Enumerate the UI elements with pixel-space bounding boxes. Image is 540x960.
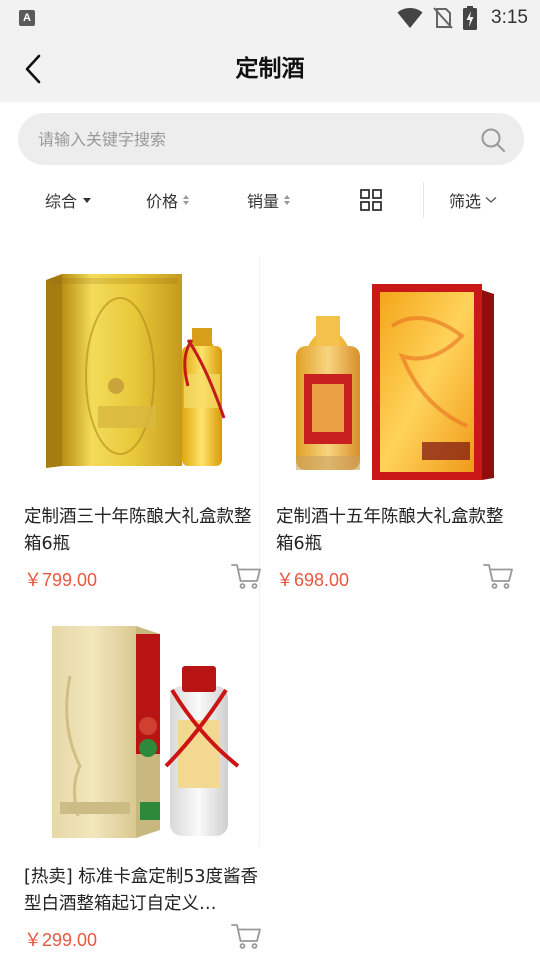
product-name[interactable]: 定制酒三十年陈酿大礼盒款整箱6瓶 (24, 504, 260, 558)
add-to-cart-icon[interactable] (230, 920, 262, 952)
search-icon[interactable] (480, 127, 506, 153)
sort-arrows-icon (284, 195, 291, 205)
app-notification-icon: A (19, 10, 35, 26)
sort-sales[interactable]: 销量 (247, 176, 291, 224)
grid-view-toggle[interactable] (360, 176, 382, 224)
product-image[interactable] (20, 256, 268, 494)
product-price: ￥698.00 (276, 570, 350, 590)
sort-filter-bar: 综合 价格 销量 筛选 (0, 176, 540, 224)
product-price: ￥299.00 (24, 930, 98, 950)
wifi-icon (397, 8, 423, 28)
page-title: 定制酒 (235, 56, 305, 82)
add-to-cart-icon[interactable] (230, 560, 262, 592)
sort-comprehensive[interactable]: 综合 (45, 176, 92, 224)
search-input[interactable] (38, 113, 458, 165)
product-name[interactable]: 定制酒十五年陈酿大礼盒款整箱6瓶 (276, 504, 512, 558)
status-bar: A 3:15 (0, 0, 540, 36)
chevron-down-icon (485, 197, 497, 203)
filter-label: 筛选 (449, 192, 482, 211)
battery-charging-icon (463, 6, 478, 30)
product-name[interactable]: [热卖] 标准卡盒定制53度酱香型白酒整箱起订自定义… (24, 864, 260, 918)
search-bar (18, 113, 524, 165)
sort-comprehensive-label: 综合 (45, 192, 78, 211)
caret-down-icon (83, 197, 92, 203)
sort-price-label: 价格 (146, 192, 179, 211)
sort-arrows-icon (183, 195, 190, 205)
grid-view-icon (360, 189, 382, 211)
product-image[interactable] (20, 616, 268, 854)
status-icons: 3:15 (397, 6, 528, 30)
sort-sales-label: 销量 (247, 192, 280, 211)
filter-button[interactable]: 筛选 (449, 176, 497, 224)
clock: 3:15 (491, 7, 528, 28)
filter-divider (423, 182, 424, 218)
add-to-cart-icon[interactable] (482, 560, 514, 592)
app-header: 定制酒 (0, 36, 540, 102)
sort-price[interactable]: 价格 (146, 176, 190, 224)
no-sim-icon (433, 7, 453, 29)
product-image[interactable] (272, 256, 520, 494)
product-price: ￥799.00 (24, 570, 98, 590)
